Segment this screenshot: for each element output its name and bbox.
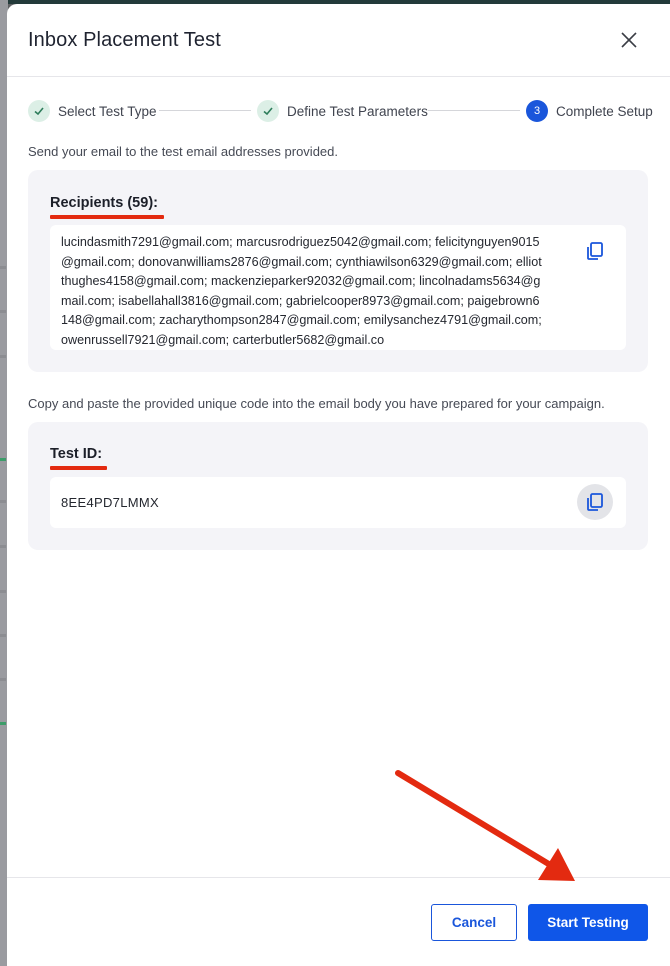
recipients-box: lucindasmith7291@gmail.com; marcusrodrig… bbox=[50, 225, 626, 350]
annotation-underline bbox=[50, 466, 107, 470]
step-label: Complete Setup bbox=[556, 103, 653, 119]
annotation-arrow bbox=[395, 770, 575, 881]
step-complete-circle bbox=[257, 100, 279, 122]
test-id-heading: Test ID: bbox=[50, 446, 103, 462]
test-id-card: Test ID: 8EE4PD7LMMX bbox=[28, 422, 648, 550]
start-testing-button[interactable]: Start Testing bbox=[528, 904, 648, 941]
step-define-test-parameters: Define Test Parameters bbox=[257, 98, 428, 124]
cancel-button[interactable]: Cancel bbox=[431, 904, 517, 941]
background-mark bbox=[0, 310, 6, 313]
background-mark bbox=[0, 458, 6, 461]
recipients-list: lucindasmith7291@gmail.com; marcusrodrig… bbox=[61, 235, 542, 347]
recipients-heading: Recipients (59): bbox=[50, 195, 158, 211]
close-icon bbox=[621, 32, 637, 48]
background-mark bbox=[0, 634, 6, 637]
background-mark bbox=[0, 266, 6, 269]
copy-icon bbox=[587, 493, 603, 511]
modal-header: Inbox Placement Test bbox=[7, 4, 670, 77]
check-icon bbox=[263, 107, 273, 116]
step-complete-circle bbox=[28, 100, 50, 122]
background-mark bbox=[0, 678, 6, 681]
background-mark bbox=[0, 545, 6, 548]
step-label: Select Test Type bbox=[58, 103, 157, 119]
modal-footer: Cancel Start Testing bbox=[7, 877, 670, 966]
step-label: Define Test Parameters bbox=[287, 103, 428, 119]
step-select-test-type: Select Test Type bbox=[28, 98, 157, 124]
test-id-box: 8EE4PD7LMMX bbox=[50, 477, 626, 528]
copy-icon bbox=[587, 242, 603, 260]
close-button[interactable] bbox=[615, 26, 643, 54]
test-id-code: 8EE4PD7LMMX bbox=[61, 495, 159, 510]
background-mark bbox=[0, 500, 6, 503]
modal-title: Inbox Placement Test bbox=[28, 29, 221, 51]
step-connector bbox=[428, 110, 520, 111]
recipients-card: Recipients (59): lucindasmith7291@gmail.… bbox=[28, 170, 648, 372]
background-mark bbox=[0, 590, 6, 593]
check-icon bbox=[34, 107, 44, 116]
setup-stepper: Select Test Type Define Test Parameters … bbox=[7, 98, 670, 124]
step-complete-setup: 3 Complete Setup bbox=[526, 98, 653, 124]
step-connector bbox=[159, 110, 251, 111]
copy-test-id-button[interactable] bbox=[577, 484, 613, 520]
copy-recipients-button[interactable] bbox=[577, 233, 613, 269]
test-id-instruction: Copy and paste the provided unique code … bbox=[28, 396, 605, 411]
annotation-underline bbox=[50, 215, 164, 219]
background-mark bbox=[0, 722, 6, 725]
recipients-instruction: Send your email to the test email addres… bbox=[28, 144, 339, 159]
step-number-circle: 3 bbox=[526, 100, 548, 122]
background-mark bbox=[0, 355, 6, 358]
